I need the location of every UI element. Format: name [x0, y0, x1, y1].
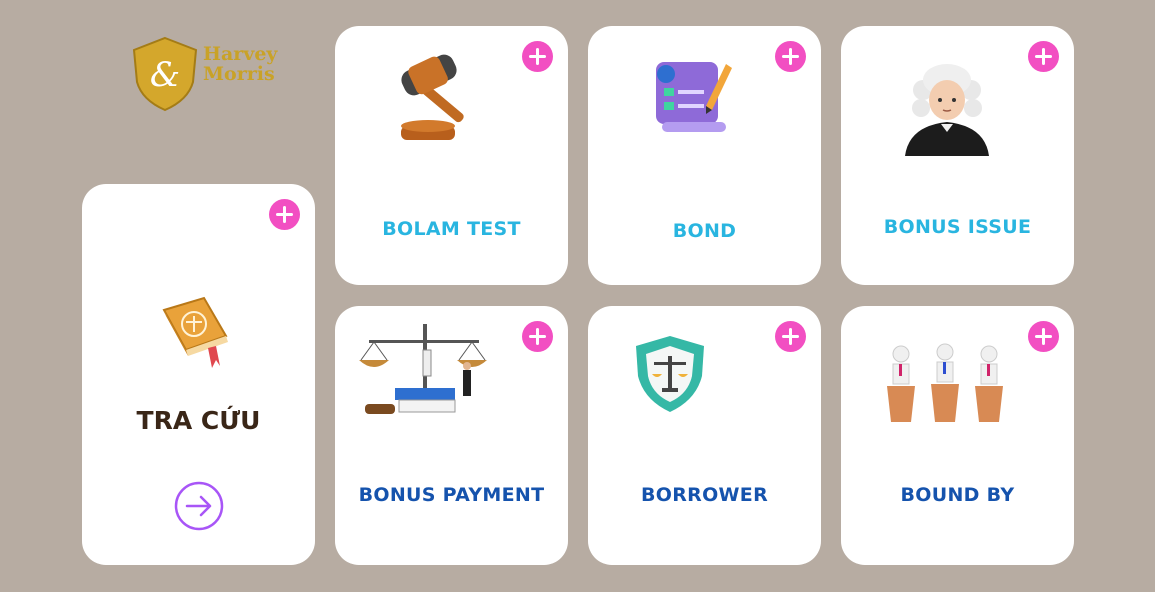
card-borrower[interactable]: BORROWER [588, 306, 821, 565]
logo-mark: & [150, 55, 180, 95]
lookup-title: TRA CỨU [136, 406, 261, 435]
logo-line-2: Morris [203, 63, 275, 85]
contract-document-icon [656, 62, 732, 132]
card-title: BOLAM TEST [382, 218, 521, 240]
card-title: BOND [672, 220, 737, 242]
courtroom-figures-icon [887, 343, 1003, 422]
scales-of-justice-icon [359, 324, 487, 414]
shield-scales-icon [636, 336, 704, 412]
add-plus-icon[interactable] [1028, 41, 1059, 72]
add-plus-icon[interactable] [775, 41, 806, 72]
add-plus-icon[interactable] [1028, 321, 1059, 352]
lookup-card[interactable]: TRA CỨU [82, 184, 315, 565]
card-bound-by[interactable]: BOUND BY [841, 306, 1074, 565]
harvey-morris-logo: & Harvey Morris [130, 36, 300, 112]
logo-text: Harvey Morris [203, 44, 277, 84]
card-bonus-issue[interactable]: BONUS ISSUE [841, 26, 1074, 285]
judge-icon [905, 64, 989, 156]
law-book-icon [162, 296, 228, 368]
card-title: BOUND BY [900, 484, 1015, 506]
add-plus-icon[interactable] [522, 41, 553, 72]
card-bond[interactable]: BOND [588, 26, 821, 285]
add-plus-icon[interactable] [269, 199, 300, 230]
card-title: BONUS ISSUE [883, 216, 1032, 238]
logo-line-1: Harvey [203, 43, 278, 65]
logo-shield-icon: & [132, 36, 198, 112]
gavel-icon [401, 54, 464, 140]
add-plus-icon[interactable] [775, 321, 806, 352]
add-plus-icon[interactable] [522, 321, 553, 352]
card-bonus-payment[interactable]: BONUS PAYMENT [335, 306, 568, 565]
arrow-right-circle-icon[interactable] [173, 480, 225, 532]
card-title: BONUS PAYMENT [358, 484, 545, 506]
card-title: BORROWER [640, 484, 768, 506]
card-bolam-test[interactable]: BOLAM TEST [335, 26, 568, 285]
